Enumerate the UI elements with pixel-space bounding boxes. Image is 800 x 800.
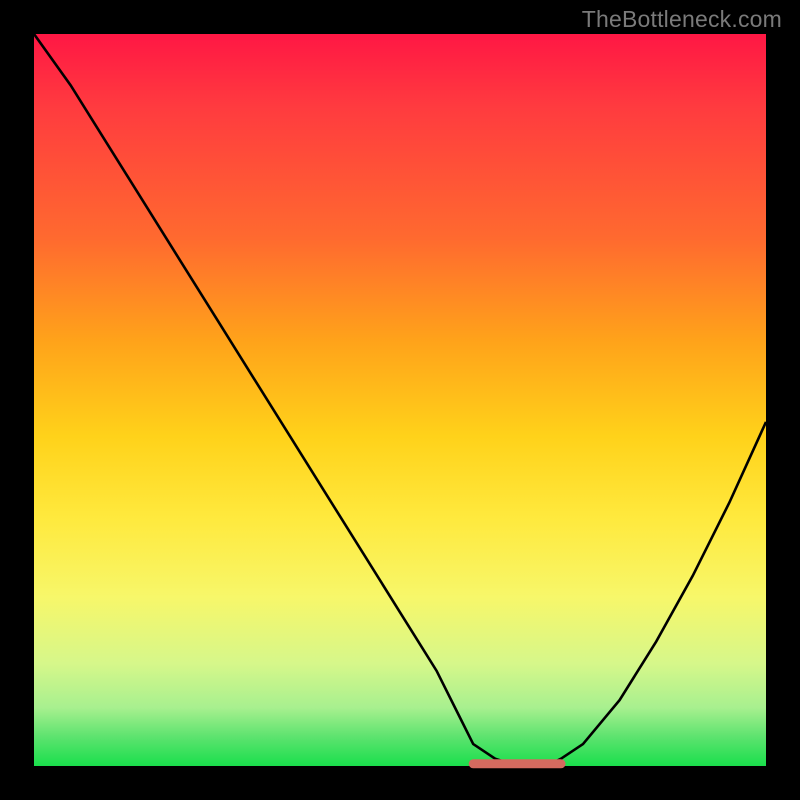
plot-area — [34, 34, 766, 766]
chart-frame: TheBottleneck.com — [0, 0, 800, 800]
bottleneck-curve-svg — [34, 34, 766, 766]
watermark-text: TheBottleneck.com — [582, 6, 782, 33]
bottleneck-curve-line — [34, 34, 766, 766]
